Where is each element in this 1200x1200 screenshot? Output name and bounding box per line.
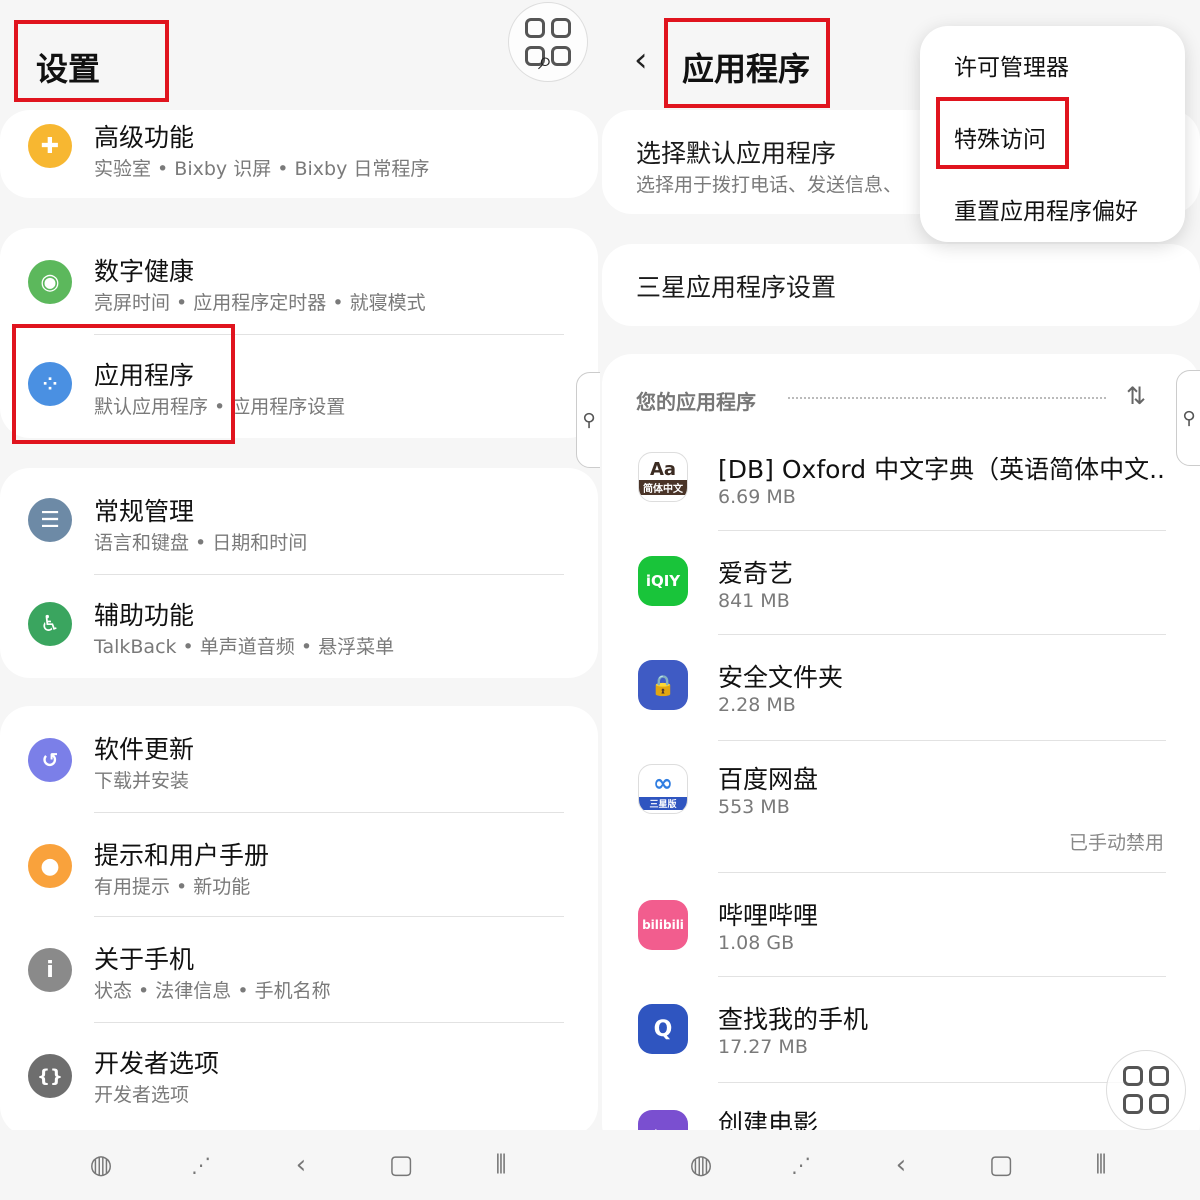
- app-name: 百度网盘: [718, 765, 819, 794]
- navigation-bar: ◍ ⋰ ‹ ▢ ⦀ ◍ ⋰ ‹ ▢ ⦀: [0, 1130, 1200, 1200]
- settings-item-general[interactable]: ☰ 常规管理 语言和键盘 • 日期和时间: [0, 468, 598, 574]
- settings-item-accessibility[interactable]: ♿ 辅助功能 TalkBack • 单声道音频 • 悬浮菜单: [0, 574, 598, 678]
- app-row[interactable]: ∞ 三星版 百度网盘 553 MB 已手动禁用: [602, 740, 1200, 872]
- floating-apps-icon[interactable]: [1106, 1050, 1186, 1130]
- settings-item-title: 软件更新: [94, 735, 195, 764]
- app-row[interactable]: Q 查找我的手机 17.27 MB: [602, 976, 1200, 1080]
- app-size: 553 MB: [718, 796, 790, 818]
- disabled-note: 已手动禁用: [1068, 832, 1164, 854]
- highlight-box-apps: [12, 324, 235, 444]
- app-name: [DB] Oxford 中文字典（英语简体中文..: [718, 455, 1165, 484]
- app-row[interactable]: 🔒 安全文件夹 2.28 MB: [602, 634, 1200, 738]
- wellbeing-icon: ◉: [28, 260, 72, 304]
- menu-item-permission-manager[interactable]: 许可管理器: [954, 48, 1069, 82]
- settings-item-sub: 语言和键盘 • 日期和时间: [94, 532, 308, 554]
- settings-item-update[interactable]: ↺ 软件更新 下载并安装: [0, 706, 598, 812]
- settings-item-title: 开发者选项: [94, 1049, 220, 1078]
- app-size: 2.28 MB: [718, 694, 796, 716]
- app-size: 841 MB: [718, 590, 790, 612]
- back-arrow-icon[interactable]: ‹: [634, 40, 648, 80]
- secure-folder-icon: 🔒: [638, 660, 688, 710]
- settings-item-sub: TalkBack • 单声道音频 • 悬浮菜单: [94, 636, 395, 658]
- settings-item-advanced[interactable]: ✚ 高级功能 实验室 • Bixby 识屏 • Bixby 日常程序: [0, 110, 598, 198]
- samsung-app-settings-card[interactable]: 三星应用程序设置: [602, 244, 1200, 326]
- search-icon[interactable]: ⌕: [538, 46, 553, 77]
- icon-text: Aa: [649, 459, 677, 480]
- home-icon[interactable]: ▢: [384, 1148, 418, 1182]
- settings-item-sub: 实验室 • Bixby 识屏 • Bixby 日常程序: [94, 158, 430, 180]
- app-size: 17.27 MB: [718, 1036, 808, 1058]
- highlight-box-special-access: [936, 97, 1069, 169]
- home-icon[interactable]: ▢: [984, 1148, 1018, 1182]
- app-name: 查找我的手机: [718, 1005, 869, 1034]
- default-apps-title: 选择默认应用程序: [636, 139, 837, 168]
- settings-item-title: 关于手机: [94, 945, 195, 974]
- recents-icon[interactable]: ⦀: [484, 1148, 518, 1182]
- app-row[interactable]: iQIY 爱奇艺 841 MB: [602, 530, 1200, 634]
- your-apps-card: 您的应用程序 ⇅ Aa 简体中文 [DB] Oxford 中文字典（英语简体中文…: [602, 354, 1200, 1130]
- settings-item-sub: 状态 • 法律信息 • 手机名称: [94, 980, 331, 1002]
- menu-item-reset-preferences[interactable]: 重置应用程序偏好: [954, 192, 1138, 226]
- samsung-app-settings-label: 三星应用程序设置: [636, 273, 837, 302]
- section-label: 您的应用程序: [636, 390, 756, 414]
- settings-item-tips[interactable]: ● 提示和用户手册 有用提示 • 新功能: [0, 812, 598, 916]
- app-name: 创建电影: [718, 1109, 819, 1130]
- sliders-icon: ☰: [28, 498, 72, 542]
- baidu-netdisk-icon: ∞ 三星版: [638, 764, 688, 814]
- settings-item-sub: 开发者选项: [94, 1084, 190, 1106]
- sort-icon[interactable]: ⇅: [1126, 382, 1146, 410]
- icon-text: ∞: [653, 768, 673, 797]
- bilibili-icon: bilibili: [638, 900, 688, 950]
- default-apps-sub: 选择用于拨打电话、发送信息、: [636, 174, 903, 196]
- settings-item-title: 数字健康: [94, 257, 195, 286]
- update-icon: ↺: [28, 738, 72, 782]
- scan-icon[interactable]: ⋰: [184, 1148, 218, 1182]
- oxford-dict-icon: Aa 简体中文: [638, 452, 688, 502]
- accessibility-icon: ♿: [28, 602, 72, 646]
- settings-item-title: 常规管理: [94, 497, 195, 526]
- puzzle-icon: ✚: [28, 124, 72, 168]
- iqiyi-icon: iQIY: [638, 556, 688, 606]
- settings-group-1: ✚ 高级功能 实验室 • Bixby 识屏 • Bixby 日常程序: [0, 110, 598, 198]
- app-name: 爱奇艺: [718, 559, 794, 588]
- settings-item-wellbeing[interactable]: ◉ 数字健康 亮屏时间 • 应用程序定时器 • 就寝模式: [0, 228, 598, 334]
- accessibility-shortcut-icon[interactable]: ⚲: [576, 372, 600, 468]
- recents-icon[interactable]: ⦀: [1084, 1148, 1118, 1182]
- app-row[interactable]: Aa 简体中文 [DB] Oxford 中文字典（英语简体中文.. 6.69 M…: [602, 430, 1200, 534]
- highlight-box-title: [14, 20, 169, 102]
- settings-item-sub: 下载并安装: [94, 770, 190, 792]
- section-dotted-line: [788, 397, 1106, 399]
- info-icon: i: [28, 948, 72, 992]
- app-row[interactable]: bilibili 哔哩哔哩 1.08 GB: [602, 872, 1200, 976]
- movie-maker-icon: ▶: [638, 1110, 688, 1130]
- settings-pane: 设置 ⌕ ✚ 高级功能 实验室 • Bixby 识屏 • Bixby 日常程序 …: [0, 0, 600, 1130]
- settings-item-title: 提示和用户手册: [94, 841, 270, 870]
- settings-item-developer[interactable]: {} 开发者选项 开发者选项: [0, 1022, 598, 1126]
- highlight-box-title: [664, 18, 830, 108]
- settings-group-3: ☰ 常规管理 语言和键盘 • 日期和时间 ♿ 辅助功能 TalkBack • 单…: [0, 468, 598, 678]
- braces-icon: {}: [28, 1054, 72, 1098]
- app-size: 1.08 GB: [718, 932, 795, 954]
- find-my-phone-icon: Q: [638, 1004, 688, 1054]
- globe-icon[interactable]: ◍: [684, 1148, 718, 1182]
- settings-item-title: 高级功能: [94, 123, 195, 152]
- settings-item-about[interactable]: i 关于手机 状态 • 法律信息 • 手机名称: [0, 916, 598, 1020]
- back-icon[interactable]: ‹: [284, 1148, 318, 1182]
- globe-icon[interactable]: ◍: [84, 1148, 118, 1182]
- icon-sub-text: 三星版: [639, 796, 687, 810]
- bulb-icon: ●: [28, 844, 72, 888]
- settings-item-sub: 亮屏时间 • 应用程序定时器 • 就寝模式: [94, 292, 426, 314]
- settings-group-4: ↺ 软件更新 下载并安装 ● 提示和用户手册 有用提示 • 新功能 i 关于手机…: [0, 706, 598, 1130]
- accessibility-shortcut-icon[interactable]: ⚲: [1176, 370, 1200, 466]
- app-size: 6.69 MB: [718, 486, 796, 508]
- settings-item-sub: 有用提示 • 新功能: [94, 876, 251, 898]
- app-name: 哔哩哔哩: [718, 901, 819, 930]
- scan-icon[interactable]: ⋰: [784, 1148, 818, 1182]
- back-icon[interactable]: ‹: [884, 1148, 918, 1182]
- settings-item-title: 辅助功能: [94, 601, 195, 630]
- app-name: 安全文件夹: [718, 663, 844, 692]
- icon-sub-text: 简体中文: [639, 480, 687, 495]
